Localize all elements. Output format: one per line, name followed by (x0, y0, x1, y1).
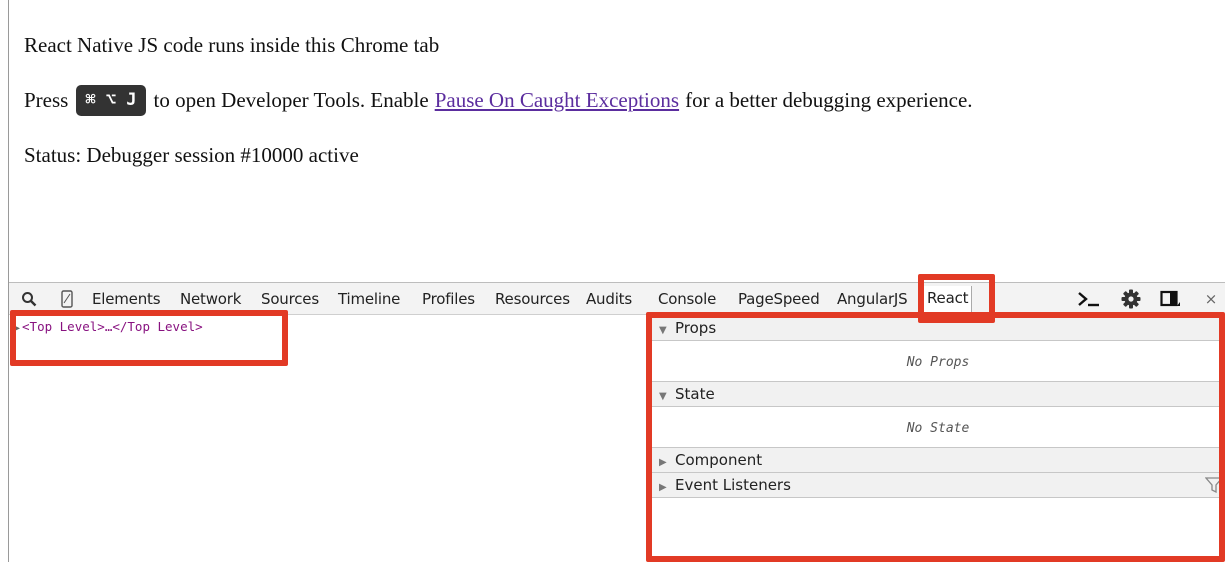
close-icon[interactable]: × (1203, 283, 1219, 315)
status-text: Status: Debugger session #10000 active (24, 143, 359, 167)
state-empty-text: No State (906, 421, 970, 436)
window-edge (8, 0, 9, 562)
tab-resources[interactable]: Resources (495, 290, 570, 308)
page-content: React Native JS code runs inside this Ch… (24, 0, 1225, 282)
devtools-toolbar: Elements Network Sources Timeline Profil… (9, 282, 1225, 315)
state-section-header[interactable]: ▼ State (651, 381, 1225, 407)
search-icon[interactable] (19, 283, 39, 315)
tab-pagespeed[interactable]: PageSpeed (738, 290, 820, 308)
keyboard-shortcut: ⌘ ⌥ J (76, 85, 146, 116)
component-section-header[interactable]: ▶ Component (651, 447, 1225, 473)
tab-react[interactable]: React (923, 286, 973, 313)
react-sidebar: ▼ Props No Props ▼ State No State ▶ Compone… (651, 315, 1225, 562)
instructions-suffix: for a better debugging experience. (685, 88, 973, 112)
tab-profiles[interactable]: Profiles (422, 290, 475, 308)
pause-on-exceptions-link[interactable]: Pause On Caught Exceptions (435, 88, 679, 113)
instructions-text: to open Developer Tools. Enable (153, 88, 429, 112)
console-drawer-icon[interactable] (1076, 283, 1102, 315)
props-section-header[interactable]: ▼ Props (651, 315, 1225, 341)
tab-console[interactable]: Console (658, 290, 716, 308)
props-title: Props (675, 319, 717, 337)
device-icon[interactable] (59, 283, 75, 315)
dock-icon[interactable] (1159, 283, 1183, 315)
tree-node-top-level[interactable]: <Top Level>…</Top Level> (22, 319, 203, 334)
tab-elements[interactable]: Elements (92, 290, 161, 308)
collapse-arrow-icon: ▼ (659, 391, 667, 402)
component-title: Component (675, 451, 763, 469)
gear-icon[interactable] (1119, 283, 1143, 315)
tab-network[interactable]: Network (180, 290, 241, 308)
props-empty-text: No Props (906, 355, 970, 370)
instructions-line: Press ⌘ ⌥ J to open Developer Tools. Ena… (24, 85, 973, 116)
expand-arrow-icon[interactable]: ▶ (14, 323, 20, 334)
press-label: Press (24, 88, 69, 112)
tab-angularjs[interactable]: AngularJS (837, 290, 908, 308)
tab-timeline[interactable]: Timeline (338, 290, 400, 308)
collapse-arrow-icon: ▼ (659, 325, 667, 336)
event-listeners-title: Event Listeners (675, 476, 791, 494)
component-tree: ▶ <Top Level>…</Top Level> (14, 319, 203, 334)
filter-icon[interactable] (1204, 477, 1224, 497)
tab-sources[interactable]: Sources (261, 290, 319, 308)
state-title: State (675, 385, 715, 403)
tab-audits[interactable]: Audits (586, 290, 632, 308)
event-listeners-section-header[interactable]: ▶ Event Listeners (651, 472, 1225, 498)
expand-arrow-icon: ▶ (659, 482, 667, 493)
intro-text: React Native JS code runs inside this Ch… (24, 33, 440, 57)
expand-arrow-icon: ▶ (659, 457, 667, 468)
